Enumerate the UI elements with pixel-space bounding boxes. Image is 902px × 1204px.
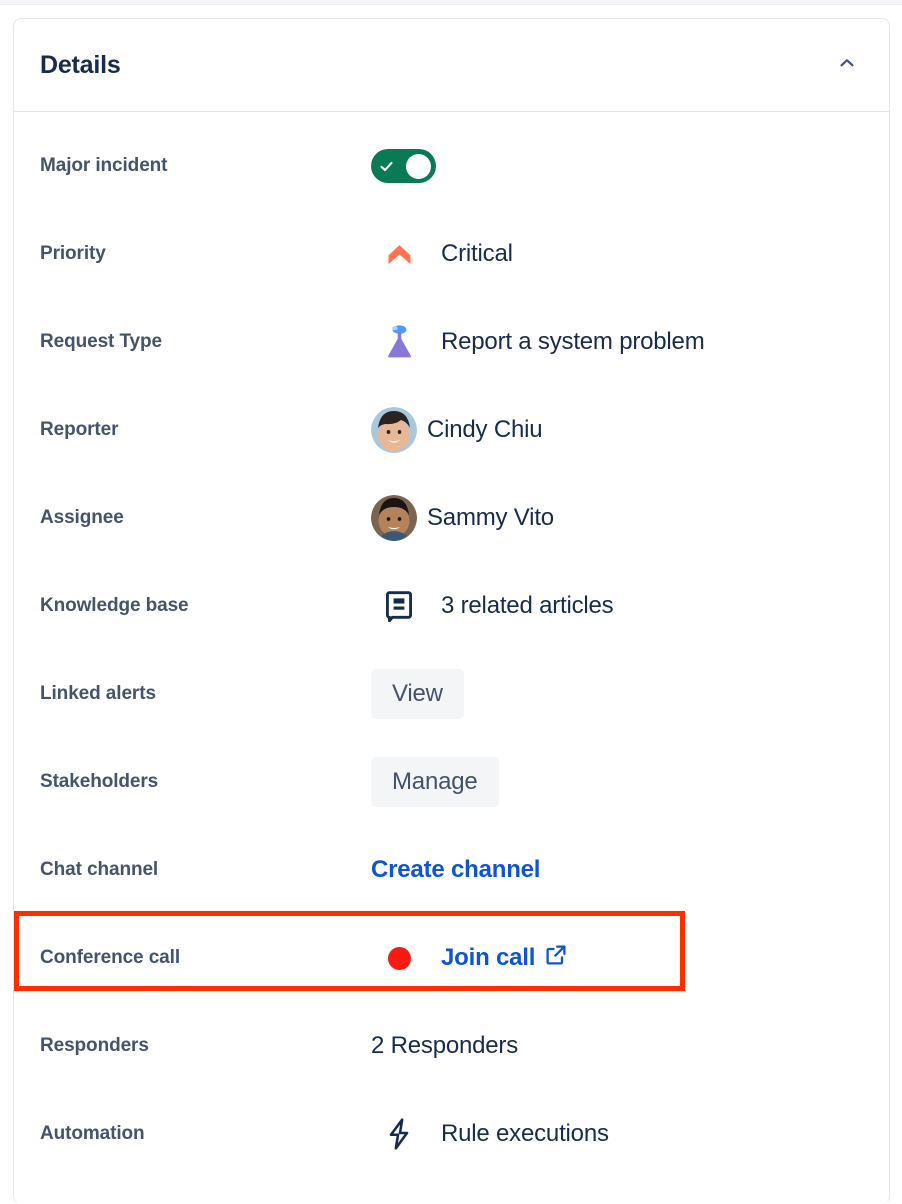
book-icon (371, 590, 427, 622)
field-label-linked-alerts: Linked alerts (40, 683, 156, 704)
details-panel-header: Details (14, 19, 889, 112)
field-value-chat-channel: Create channel (371, 856, 540, 884)
automation-value: Rule executions (441, 1120, 609, 1147)
field-row-chat-channel: Chat channel Create channel (14, 826, 889, 914)
request-type-value: Report a system problem (441, 328, 705, 355)
create-channel-link[interactable]: Create channel (371, 856, 540, 884)
field-value-priority[interactable]: Critical (371, 238, 513, 271)
field-value-linked-alerts: View (371, 669, 464, 719)
field-row-automation: Automation Rule executions (14, 1090, 889, 1178)
field-value-request-type[interactable]: Report a system problem (371, 324, 705, 360)
field-value-knowledge-base[interactable]: 3 related articles (371, 590, 614, 622)
avatar (371, 407, 417, 453)
join-call-label: Join call (441, 944, 536, 971)
details-field-list: Major incident Priority Critical Request… (14, 112, 889, 1204)
recording-dot-icon (371, 946, 427, 970)
priority-value: Critical (441, 240, 513, 267)
field-row-knowledge-base: Knowledge base 3 related articles (14, 562, 889, 650)
join-call-link[interactable]: Join call (441, 943, 568, 974)
toggle-knob (406, 153, 431, 179)
knowledge-base-value: 3 related articles (441, 592, 614, 619)
manage-stakeholders-button[interactable]: Manage (371, 757, 499, 807)
field-value-assignee[interactable]: Sammy Vito (371, 495, 554, 541)
field-label-knowledge-base: Knowledge base (40, 595, 189, 616)
chevron-up-icon (836, 52, 858, 79)
field-label-automation: Automation (40, 1123, 145, 1144)
field-label-reporter: Reporter (40, 419, 119, 440)
field-row-conference-call: Conference call Join call (14, 914, 889, 1002)
field-value-reporter[interactable]: Cindy Chiu (371, 407, 543, 453)
view-linked-alerts-button[interactable]: View (371, 669, 464, 719)
field-row-request-type: Request Type Report a system problem (14, 298, 889, 386)
external-link-icon (544, 943, 568, 974)
field-label-assignee: Assignee (40, 507, 124, 528)
top-edge-strip (0, 0, 902, 5)
field-row-priority: Priority Critical (14, 210, 889, 298)
field-label-chat-channel: Chat channel (40, 859, 159, 880)
major-incident-toggle[interactable] (371, 149, 436, 183)
field-row-linked-alerts: Linked alerts View (14, 650, 889, 738)
field-value-automation[interactable]: Rule executions (371, 1117, 609, 1151)
field-label-major-incident: Major incident (40, 155, 168, 176)
field-row-reporter: Reporter Cindy Chiu (14, 386, 889, 474)
lightning-bolt-icon (371, 1117, 427, 1151)
assignee-value: Sammy Vito (427, 504, 554, 531)
field-label-conference-call: Conference call (40, 947, 180, 968)
field-row-responders: Responders 2 Responders (14, 1002, 889, 1090)
field-row-assignee: Assignee Sammy Vito (14, 474, 889, 562)
collapse-panel-button[interactable] (831, 49, 863, 81)
details-panel: Details Major incident Priority Critical… (13, 18, 890, 1204)
reporter-value: Cindy Chiu (427, 416, 543, 443)
field-label-stakeholders: Stakeholders (40, 771, 159, 792)
flask-icon (371, 324, 427, 360)
page-title: Details (40, 50, 121, 79)
responders-value: 2 Responders (371, 1032, 519, 1059)
avatar (371, 495, 417, 541)
field-label-request-type: Request Type (40, 331, 162, 352)
field-value-conference-call: Join call (371, 943, 568, 974)
field-value-stakeholders: Manage (371, 757, 499, 807)
field-value-responders[interactable]: 2 Responders (371, 1032, 518, 1060)
field-row-major-incident: Major incident (14, 122, 889, 210)
priority-critical-icon (371, 238, 427, 271)
field-label-priority: Priority (40, 243, 106, 264)
field-label-responders: Responders (40, 1035, 149, 1056)
field-value-major-incident (371, 149, 436, 183)
field-row-stakeholders: Stakeholders Manage (14, 738, 889, 826)
check-icon (378, 158, 395, 175)
